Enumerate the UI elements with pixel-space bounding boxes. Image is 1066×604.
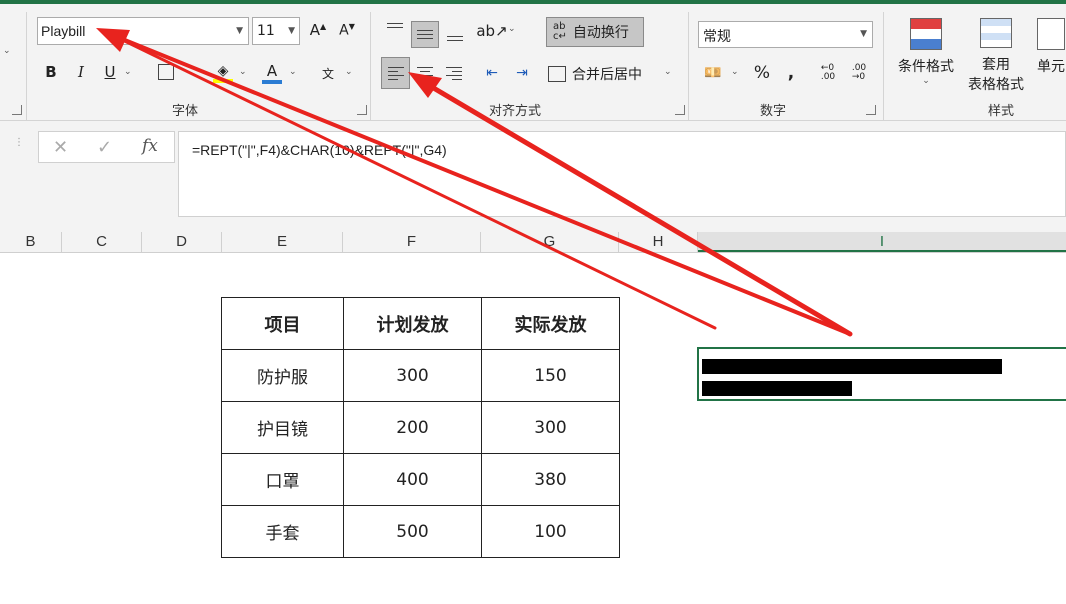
annotation-arrows xyxy=(96,28,853,337)
arrow-to-align-left xyxy=(408,72,853,337)
arrow-to-font-name xyxy=(96,28,852,336)
